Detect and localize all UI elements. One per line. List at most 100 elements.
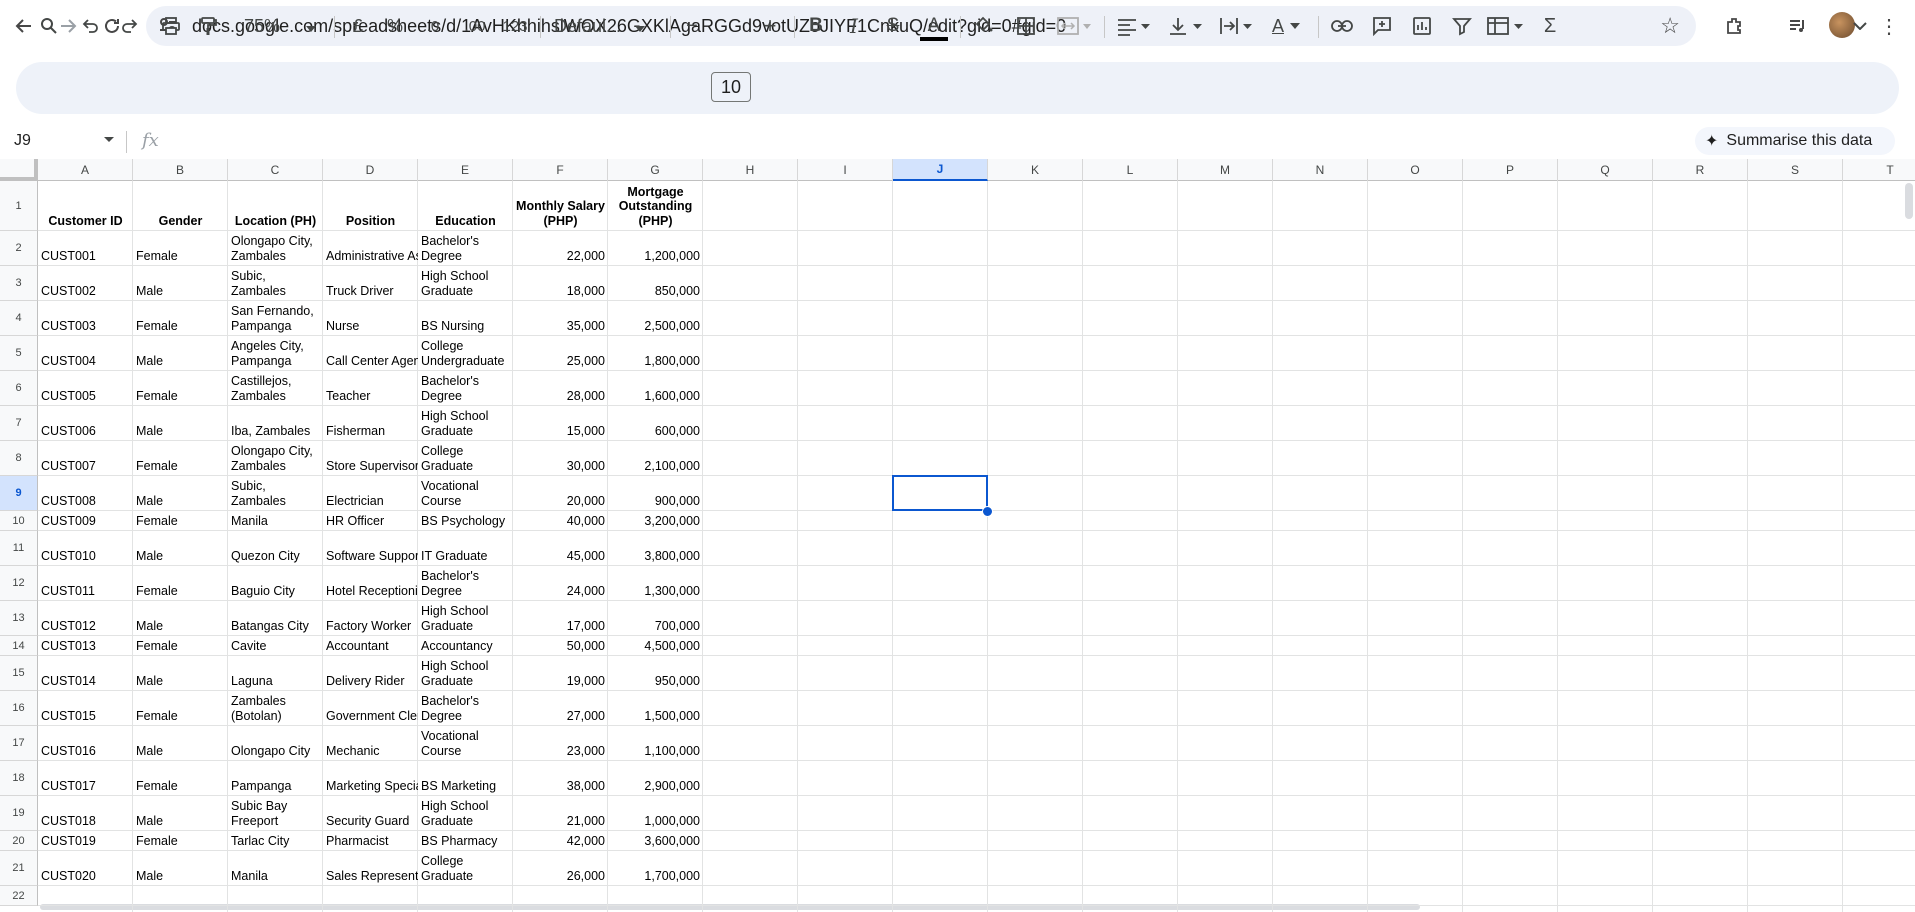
row-header-17[interactable]: 17 — [0, 726, 38, 761]
cell-education[interactable]: High School Graduate — [418, 406, 513, 440]
row-header-4[interactable]: 4 — [0, 301, 38, 336]
cell-customer-id[interactable]: CUST005 — [38, 371, 133, 405]
cell-education[interactable]: Bachelor's Degree — [418, 371, 513, 405]
cell-gender[interactable]: Female — [133, 566, 228, 600]
cell-gender[interactable]: Gender — [133, 181, 228, 230]
column-header-c[interactable]: C — [228, 159, 323, 181]
cell-education[interactable]: College Graduate — [418, 441, 513, 475]
cell-gender[interactable]: Female — [133, 301, 228, 335]
column-header-j[interactable]: J — [893, 159, 988, 181]
cell-monthly-salary[interactable]: 25,000 — [513, 336, 608, 370]
row-header-13[interactable]: 13 — [0, 601, 38, 636]
column-header-g[interactable]: G — [608, 159, 703, 181]
column-header-l[interactable]: L — [1083, 159, 1178, 181]
cell-gender[interactable]: Female — [133, 511, 228, 530]
cell-education[interactable]: Bachelor's Degree — [418, 566, 513, 600]
cell-monthly-salary[interactable]: 15,000 — [513, 406, 608, 440]
cell-location[interactable]: Manila — [228, 851, 323, 885]
row-header-12[interactable]: 12 — [0, 566, 38, 601]
cell-mortgage-outstanding[interactable]: 600,000 — [608, 406, 703, 440]
cell-customer-id[interactable]: CUST007 — [38, 441, 133, 475]
cell-mortgage-outstanding[interactable]: 900,000 — [608, 476, 703, 510]
cell-customer-id[interactable]: CUST017 — [38, 761, 133, 795]
cell-gender[interactable]: Female — [133, 231, 228, 265]
cell-customer-id[interactable]: CUST013 — [38, 636, 133, 655]
cell-gender[interactable]: Female — [133, 831, 228, 850]
cell-position[interactable]: Truck Driver — [323, 266, 418, 300]
cell-monthly-salary[interactable]: 42,000 — [513, 831, 608, 850]
cell-position[interactable]: Mechanic — [323, 726, 418, 760]
cell-mortgage-outstanding[interactable]: 850,000 — [608, 266, 703, 300]
cell-monthly-salary[interactable]: 26,000 — [513, 851, 608, 885]
cell-gender[interactable]: Male — [133, 266, 228, 300]
column-header-q[interactable]: Q — [1558, 159, 1653, 181]
column-header-n[interactable]: N — [1273, 159, 1368, 181]
insert-link-icon[interactable] — [1328, 0, 1356, 52]
cell-gender[interactable]: Male — [133, 406, 228, 440]
format-currency-button[interactable]: £ — [346, 0, 370, 52]
row-header-8[interactable]: 8 — [0, 441, 38, 476]
cell-customer-id[interactable]: CUST002 — [38, 266, 133, 300]
column-header-d[interactable]: D — [323, 159, 418, 181]
cell-mortgage-outstanding[interactable]: 4,500,000 — [608, 636, 703, 655]
cell-education[interactable]: BS Nursing — [418, 301, 513, 335]
cell-location[interactable]: Iba, Zambales — [228, 406, 323, 440]
cell-gender[interactable]: Female — [133, 441, 228, 475]
cell-education[interactable]: IT Graduate — [418, 531, 513, 565]
media-controls-icon[interactable] — [1784, 12, 1812, 40]
cell-position[interactable]: Position — [323, 181, 418, 230]
cell-education[interactable]: College Undergraduate — [418, 336, 513, 370]
cell-gender[interactable]: Male — [133, 601, 228, 635]
cell-position[interactable]: Administrative Assistant — [323, 231, 418, 265]
row-header-22[interactable]: 22 — [0, 886, 38, 906]
bold-button[interactable]: B — [804, 0, 828, 52]
cell-education[interactable]: BS Pharmacy — [418, 831, 513, 850]
cell-mortgage-outstanding[interactable]: 2,500,000 — [608, 301, 703, 335]
column-header-b[interactable]: B — [133, 159, 228, 181]
column-header-p[interactable]: P — [1463, 159, 1558, 181]
column-header-t[interactable]: T — [1843, 159, 1915, 181]
row-header-9[interactable]: 9 — [0, 476, 38, 511]
insert-comment-icon[interactable] — [1368, 0, 1396, 52]
cell-gender[interactable]: Male — [133, 476, 228, 510]
cell-customer-id[interactable]: CUST015 — [38, 691, 133, 725]
cell-gender[interactable]: Male — [133, 726, 228, 760]
cell-gender[interactable]: Female — [133, 761, 228, 795]
cell-position[interactable]: Store Supervisor — [323, 441, 418, 475]
column-header-e[interactable]: E — [418, 159, 513, 181]
cell-location[interactable]: Quezon City — [228, 531, 323, 565]
cell-position[interactable]: Software Support — [323, 531, 418, 565]
cell-mortgage-outstanding[interactable]: 2,900,000 — [608, 761, 703, 795]
undo-icon[interactable] — [78, 0, 104, 52]
cell-mortgage-outstanding[interactable]: 950,000 — [608, 656, 703, 690]
column-header-o[interactable]: O — [1368, 159, 1463, 181]
collapse-toolbar-icon[interactable] — [1848, 0, 1872, 52]
cell-mortgage-outstanding[interactable]: 1,000,000 — [608, 796, 703, 830]
cell-monthly-salary[interactable]: 50,000 — [513, 636, 608, 655]
row-header-2[interactable]: 2 — [0, 231, 38, 266]
cell-customer-id[interactable]: CUST001 — [38, 231, 133, 265]
zoom-select[interactable]: 75% — [240, 0, 320, 52]
cell-position[interactable]: Electrician — [323, 476, 418, 510]
row-header-11[interactable]: 11 — [0, 531, 38, 566]
row-header-16[interactable]: 16 — [0, 691, 38, 726]
cell-monthly-salary[interactable]: 21,000 — [513, 796, 608, 830]
cell-customer-id[interactable]: CUST011 — [38, 566, 133, 600]
cell-gender[interactable]: Male — [133, 336, 228, 370]
increase-decimal-button[interactable]: .00 — [460, 0, 490, 52]
strikethrough-button[interactable]: S — [881, 0, 905, 52]
cell-location[interactable]: Tarlac City — [228, 831, 323, 850]
cell-mortgage-outstanding[interactable]: 1,300,000 — [608, 566, 703, 600]
cell-gender[interactable]: Male — [133, 531, 228, 565]
cell-customer-id[interactable]: CUST020 — [38, 851, 133, 885]
cell-education[interactable]: Bachelor's Degree — [418, 691, 513, 725]
cell-monthly-salary[interactable]: 20,000 — [513, 476, 608, 510]
row-header-20[interactable]: 20 — [0, 831, 38, 851]
cell-position[interactable]: HR Officer — [323, 511, 418, 530]
text-color-button[interactable]: A — [919, 0, 949, 52]
cell-gender[interactable]: Male — [133, 796, 228, 830]
print-icon[interactable] — [158, 0, 184, 52]
cell-mortgage-outstanding[interactable]: 1,600,000 — [608, 371, 703, 405]
format-percent-button[interactable]: % — [383, 0, 407, 52]
bookmark-star-icon[interactable]: ☆ — [1660, 13, 1680, 39]
